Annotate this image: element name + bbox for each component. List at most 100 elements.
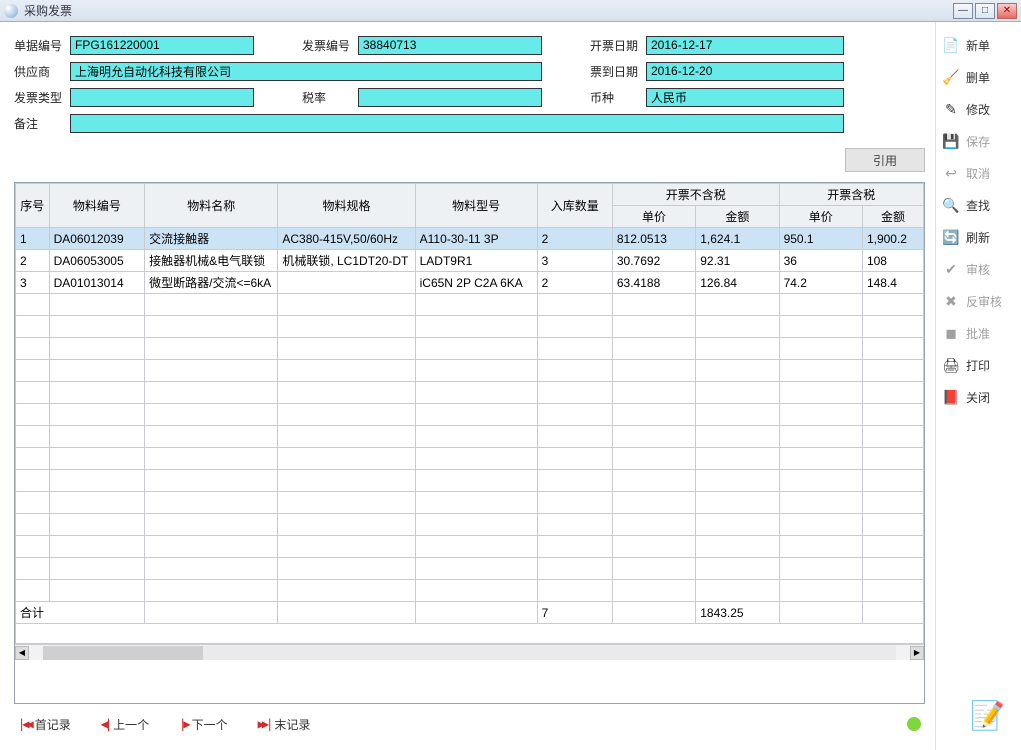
cell-spec[interactable] bbox=[278, 272, 415, 294]
cell-seq[interactable]: 1 bbox=[16, 228, 50, 250]
cell-up2[interactable]: 950.1 bbox=[779, 228, 862, 250]
label-docno: 单据编号 bbox=[14, 37, 70, 54]
cancel-button[interactable]: ↩取消 bbox=[942, 164, 1015, 182]
edit-icon: ✎ bbox=[942, 100, 960, 118]
col-seq[interactable]: 序号 bbox=[16, 184, 50, 228]
cell-code[interactable]: DA06053005 bbox=[49, 250, 145, 272]
input-taxrate[interactable] bbox=[358, 88, 542, 107]
input-invno[interactable] bbox=[358, 36, 542, 55]
cell-seq[interactable]: 3 bbox=[16, 272, 50, 294]
edit-doc-icon[interactable]: 📝 bbox=[970, 699, 1005, 732]
cell-qty[interactable]: 2 bbox=[537, 228, 612, 250]
close-button[interactable]: ✕ bbox=[997, 3, 1017, 19]
col-group-excl[interactable]: 开票不含税 bbox=[612, 184, 779, 206]
input-duedate[interactable] bbox=[646, 62, 844, 81]
horizontal-scrollbar[interactable]: ◀ ▶ bbox=[15, 644, 924, 660]
empty-row bbox=[16, 492, 924, 514]
empty-row bbox=[16, 470, 924, 492]
cell-model[interactable]: iC65N 2P C2A 6KA bbox=[415, 272, 537, 294]
close-panel-button[interactable]: 📕关闭 bbox=[942, 388, 1015, 406]
col-code[interactable]: 物料编号 bbox=[49, 184, 145, 228]
cancel-icon: ↩ bbox=[942, 164, 960, 182]
new-button[interactable]: 📄新单 bbox=[942, 36, 1015, 54]
cell-spec[interactable]: 机械联锁, LC1DT20-DT bbox=[278, 250, 415, 272]
first-record-button[interactable]: |◀◀首记录 bbox=[18, 716, 71, 733]
sidebar: 📄新单 🧹删单 ✎修改 💾保存 ↩取消 🔍查找 🔄刷新 ✔审核 ✖反审核 ◼批准… bbox=[935, 22, 1021, 750]
totals-label: 合计 bbox=[16, 602, 145, 624]
cell-spec[interactable]: AC380-415V,50/60Hz bbox=[278, 228, 415, 250]
cell-amt2[interactable]: 1,900.2 bbox=[862, 228, 923, 250]
col-group-incl[interactable]: 开票含税 bbox=[779, 184, 923, 206]
unaudit-button[interactable]: ✖反审核 bbox=[942, 292, 1015, 310]
cell-amt2[interactable]: 148.4 bbox=[862, 272, 923, 294]
totals-qty: 7 bbox=[537, 602, 612, 624]
app-icon bbox=[4, 4, 18, 18]
cell-up1[interactable]: 30.7692 bbox=[612, 250, 695, 272]
cell-model[interactable]: A110-30-11 3P bbox=[415, 228, 537, 250]
col-spec[interactable]: 物料规格 bbox=[278, 184, 415, 228]
cell-amt1[interactable]: 92.31 bbox=[696, 250, 779, 272]
cell-amt1[interactable]: 1,624.1 bbox=[696, 228, 779, 250]
col-amt1[interactable]: 金额 bbox=[696, 206, 779, 228]
label-remark: 备注 bbox=[14, 115, 70, 132]
cell-qty[interactable]: 3 bbox=[537, 250, 612, 272]
input-supplier[interactable] bbox=[70, 62, 542, 81]
delete-button[interactable]: 🧹删单 bbox=[942, 68, 1015, 86]
cell-qty[interactable]: 2 bbox=[537, 272, 612, 294]
cell-name[interactable]: 交流接触器 bbox=[145, 228, 278, 250]
cell-code[interactable]: DA06012039 bbox=[49, 228, 145, 250]
cell-amt1[interactable]: 126.84 bbox=[696, 272, 779, 294]
table-row[interactable]: 2DA06053005接触器机械&电气联锁机械联锁, LC1DT20-DTLAD… bbox=[16, 250, 924, 272]
cell-code[interactable]: DA01013014 bbox=[49, 272, 145, 294]
cell-up1[interactable]: 812.0513 bbox=[612, 228, 695, 250]
last-record-button[interactable]: ▶▶|末记录 bbox=[258, 716, 311, 733]
audit-button[interactable]: ✔审核 bbox=[942, 260, 1015, 278]
window-title: 采购发票 bbox=[24, 2, 72, 19]
cell-up1[interactable]: 63.4188 bbox=[612, 272, 695, 294]
delete-icon: 🧹 bbox=[942, 68, 960, 86]
form: 单据编号 发票编号 开票日期 供应商 票到日期 发票类型 税率 币种 备注 bbox=[14, 34, 925, 134]
empty-row bbox=[16, 448, 924, 470]
input-invtype[interactable] bbox=[70, 88, 254, 107]
quote-button[interactable]: 引用 bbox=[845, 148, 925, 172]
cell-up2[interactable]: 74.2 bbox=[779, 272, 862, 294]
input-remark[interactable] bbox=[70, 114, 844, 133]
input-currency[interactable] bbox=[646, 88, 844, 107]
scroll-right-icon[interactable]: ▶ bbox=[910, 646, 924, 660]
table-row[interactable]: 1DA06012039交流接触器AC380-415V,50/60HzA110-3… bbox=[16, 228, 924, 250]
prev-record-button[interactable]: ◀|上一个 bbox=[101, 716, 149, 733]
cell-model[interactable]: LADT9R1 bbox=[415, 250, 537, 272]
cell-name[interactable]: 微型断路器/交流<=6kA bbox=[145, 272, 278, 294]
input-docno[interactable] bbox=[70, 36, 254, 55]
cell-name[interactable]: 接触器机械&电气联锁 bbox=[145, 250, 278, 272]
edit-button[interactable]: ✎修改 bbox=[942, 100, 1015, 118]
search-button[interactable]: 🔍查找 bbox=[942, 196, 1015, 214]
cell-up2[interactable]: 36 bbox=[779, 250, 862, 272]
scroll-left-icon[interactable]: ◀ bbox=[15, 646, 29, 660]
approve-icon: ◼ bbox=[942, 324, 960, 342]
save-button[interactable]: 💾保存 bbox=[942, 132, 1015, 150]
col-up2[interactable]: 单价 bbox=[779, 206, 862, 228]
audit-icon: ✔ bbox=[942, 260, 960, 278]
empty-row bbox=[16, 558, 924, 580]
empty-row bbox=[16, 426, 924, 448]
approve-button[interactable]: ◼批准 bbox=[942, 324, 1015, 342]
cell-seq[interactable]: 2 bbox=[16, 250, 50, 272]
minimize-button[interactable]: — bbox=[953, 3, 973, 19]
scroll-thumb[interactable] bbox=[43, 646, 203, 660]
col-qty[interactable]: 入库数量 bbox=[537, 184, 612, 228]
col-amt2[interactable]: 金额 bbox=[862, 206, 923, 228]
col-model[interactable]: 物料型号 bbox=[415, 184, 537, 228]
col-name[interactable]: 物料名称 bbox=[145, 184, 278, 228]
col-up1[interactable]: 单价 bbox=[612, 206, 695, 228]
empty-row bbox=[16, 294, 924, 316]
cell-amt2[interactable]: 108 bbox=[862, 250, 923, 272]
refresh-button[interactable]: 🔄刷新 bbox=[942, 228, 1015, 246]
save-icon: 💾 bbox=[942, 132, 960, 150]
maximize-button[interactable]: □ bbox=[975, 3, 995, 19]
next-record-button[interactable]: |▶下一个 bbox=[179, 716, 227, 733]
table-row[interactable]: 3DA01013014微型断路器/交流<=6kA iC65N 2P C2A 6KA… bbox=[16, 272, 924, 294]
unaudit-icon: ✖ bbox=[942, 292, 960, 310]
print-button[interactable]: 🖨打印 bbox=[942, 356, 1015, 374]
input-invdate[interactable] bbox=[646, 36, 844, 55]
